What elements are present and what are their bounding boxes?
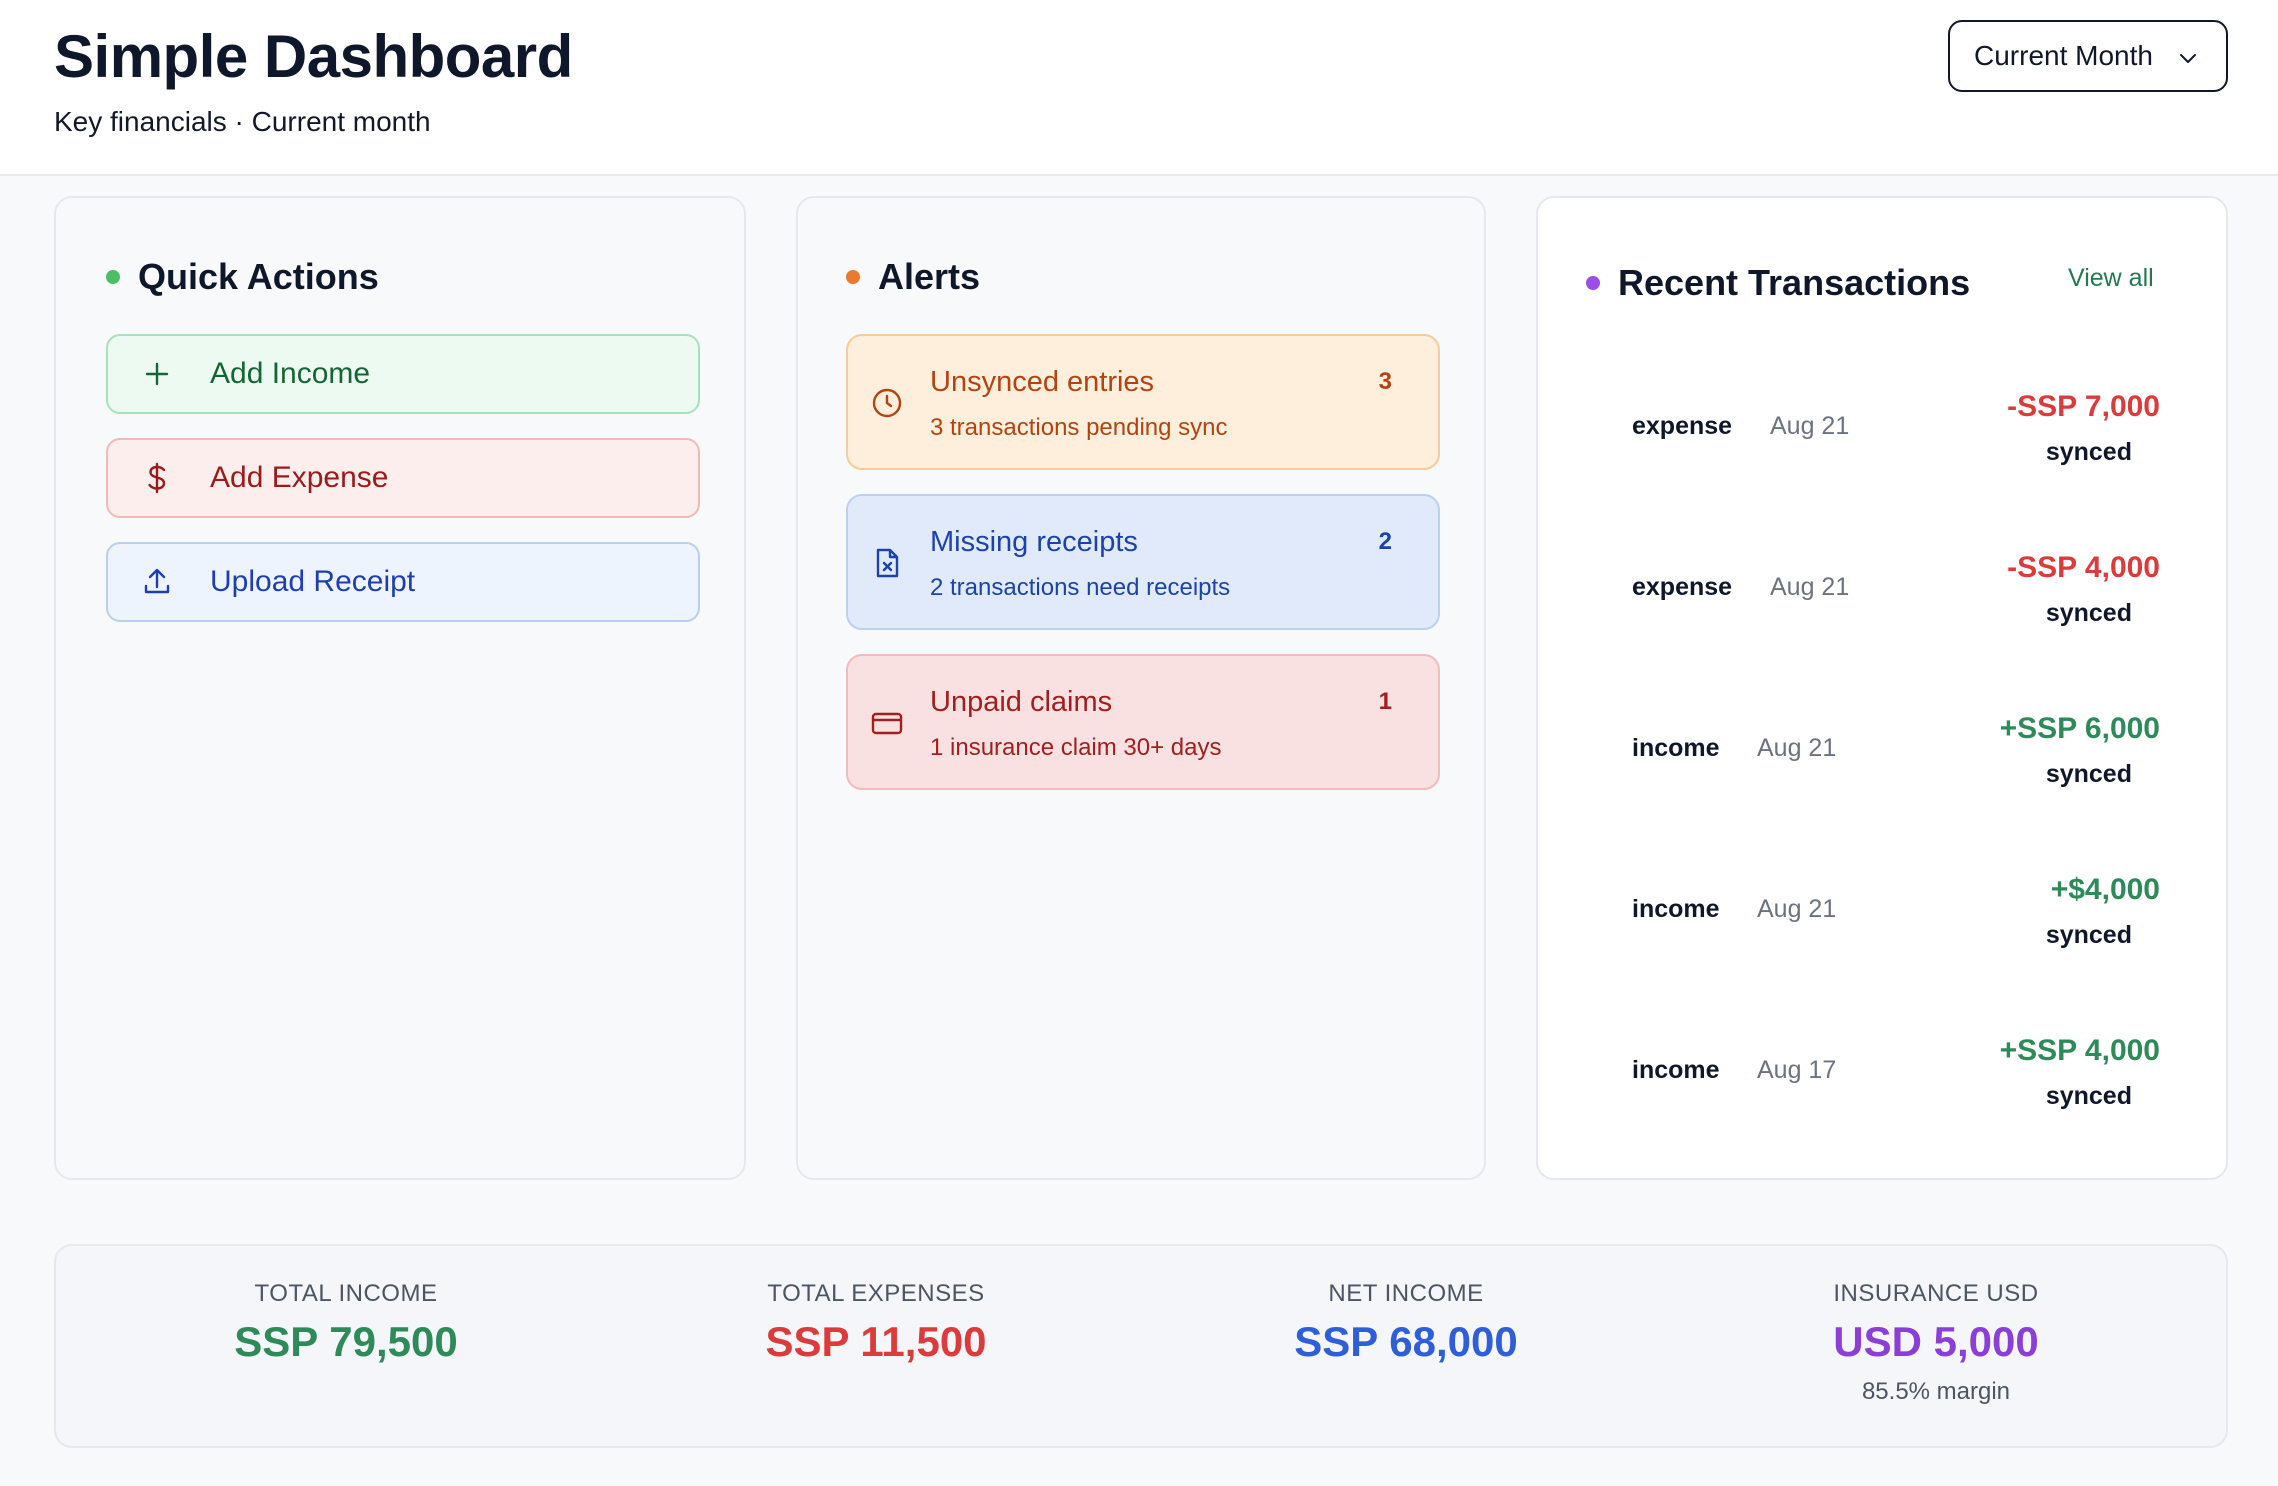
stat-note: 85.5% margin (1861, 1378, 2011, 1405)
clock-icon (872, 388, 902, 418)
transaction-status: synced (2045, 438, 2132, 466)
stat-value: SSP 79,500 (234, 1318, 458, 1365)
alert-unpaid-claims[interactable]: Unpaid claims 1 insurance claim 30+ days… (846, 654, 1440, 790)
transaction-row[interactable]: expense Aug 21 -SSP 4,000 synced (1538, 533, 2230, 633)
transaction-amount: -SSP 4,000 (2007, 551, 2160, 584)
alert-description: 3 transactions pending sync (930, 414, 1228, 441)
alert-count: 1 (1378, 688, 1392, 715)
stat-label: NET INCOME (1328, 1280, 1484, 1307)
transaction-amount: +SSP 4,000 (1999, 1034, 2160, 1067)
dashboard-page: Simple Dashboard Key financials · Curren… (0, 0, 2278, 1486)
quick-actions-card: Quick Actions Add Income Add Expense Upl… (54, 196, 746, 1180)
transaction-date: Aug 21 (1757, 895, 1837, 923)
view-all-link[interactable]: View all (2068, 264, 2154, 293)
transaction-row[interactable]: income Aug 21 +$4,000 synced (1538, 855, 2230, 955)
alert-title: Unpaid claims (930, 686, 1113, 718)
transaction-amount: -SSP 7,000 (2007, 390, 2160, 423)
alert-title: Unsynced entries (930, 366, 1155, 398)
transaction-row[interactable]: expense Aug 21 -SSP 7,000 synced (1538, 372, 2230, 472)
stat-label: INSURANCE USD (1833, 1280, 2039, 1307)
alert-unsynced-entries[interactable]: Unsynced entries 3 transactions pending … (846, 334, 1440, 470)
recent-transactions-card: Recent Transactions View all expense Aug… (1536, 196, 2228, 1180)
upload-receipt-label: Upload Receipt (210, 565, 416, 598)
plus-icon (142, 359, 172, 389)
stat-value: USD 5,000 (1833, 1318, 2039, 1365)
transaction-row[interactable]: income Aug 17 +SSP 4,000 synced (1538, 1016, 2230, 1116)
transaction-type: income (1632, 895, 1720, 923)
credit-card-icon (871, 712, 903, 735)
alert-count: 3 (1378, 368, 1392, 395)
total-expenses-stat: TOTAL EXPENSES SSP 11,500 (676, 1280, 1076, 1366)
transaction-type: income (1632, 1056, 1720, 1084)
summary-bar: TOTAL INCOME SSP 79,500 TOTAL EXPENSES S… (54, 1244, 2228, 1448)
upload-receipt-button[interactable]: Upload Receipt (106, 542, 700, 622)
insurance-usd-stat: INSURANCE USD USD 5,000 85.5% margin (1736, 1280, 2136, 1406)
status-dot (106, 270, 120, 284)
chevron-down-icon (2180, 54, 2196, 63)
transaction-type: expense (1632, 412, 1733, 440)
alerts-card: Alerts Unsynced entries 3 transactions p… (796, 196, 1486, 1180)
transaction-status: synced (2045, 760, 2132, 788)
transaction-amount: +$4,000 (2050, 873, 2160, 906)
total-income-stat: TOTAL INCOME SSP 79,500 (146, 1280, 546, 1366)
transaction-date: Aug 21 (1757, 734, 1837, 762)
recent-transactions-heading: Recent Transactions (1618, 262, 1971, 303)
alerts-title: Alerts (846, 256, 980, 298)
add-expense-button[interactable]: Add Expense (106, 438, 700, 518)
status-dot (846, 270, 860, 284)
alert-description: 1 insurance claim 30+ days (930, 734, 1222, 761)
file-x-icon (876, 548, 899, 578)
transaction-status: synced (2045, 599, 2132, 627)
recent-transactions-title: Recent Transactions (1586, 262, 1970, 304)
add-income-label: Add Income (210, 357, 371, 390)
transaction-type: expense (1632, 573, 1733, 601)
dollar-icon (142, 462, 172, 494)
transaction-amount: +SSP 6,000 (1999, 712, 2160, 745)
transaction-type: income (1632, 734, 1720, 762)
quick-actions-title: Quick Actions (106, 256, 379, 298)
transaction-date: Aug 17 (1757, 1056, 1837, 1084)
transaction-status: synced (2045, 921, 2132, 949)
page-subtitle: Key financials · Current month (54, 106, 431, 137)
period-select-value: Current Month (1974, 40, 2153, 71)
period-select[interactable]: Current Month (1948, 20, 2228, 92)
transaction-status: synced (2045, 1082, 2132, 1110)
alerts-heading: Alerts (878, 256, 981, 297)
quick-actions-heading: Quick Actions (138, 256, 379, 297)
alert-missing-receipts[interactable]: Missing receipts 2 transactions need rec… (846, 494, 1440, 630)
net-income-stat: NET INCOME SSP 68,000 (1206, 1280, 1606, 1366)
stat-value: SSP 68,000 (1294, 1318, 1518, 1365)
status-dot (1586, 276, 1600, 290)
transaction-date: Aug 21 (1770, 412, 1850, 440)
alert-description: 2 transactions need receipts (930, 574, 1231, 601)
add-income-button[interactable]: Add Income (106, 334, 700, 414)
page-header: Simple Dashboard Key financials · Curren… (0, 0, 2278, 176)
alert-count: 2 (1378, 528, 1392, 555)
upload-icon (142, 567, 172, 597)
stat-label: TOTAL EXPENSES (767, 1280, 985, 1307)
page-title: Simple Dashboard (54, 23, 573, 90)
stat-label: TOTAL INCOME (254, 1280, 438, 1307)
add-expense-label: Add Expense (210, 461, 389, 494)
alert-title: Missing receipts (930, 526, 1138, 558)
transaction-row[interactable]: income Aug 21 +SSP 6,000 synced (1538, 694, 2230, 794)
transaction-date: Aug 21 (1770, 573, 1850, 601)
stat-value: SSP 11,500 (765, 1318, 987, 1365)
